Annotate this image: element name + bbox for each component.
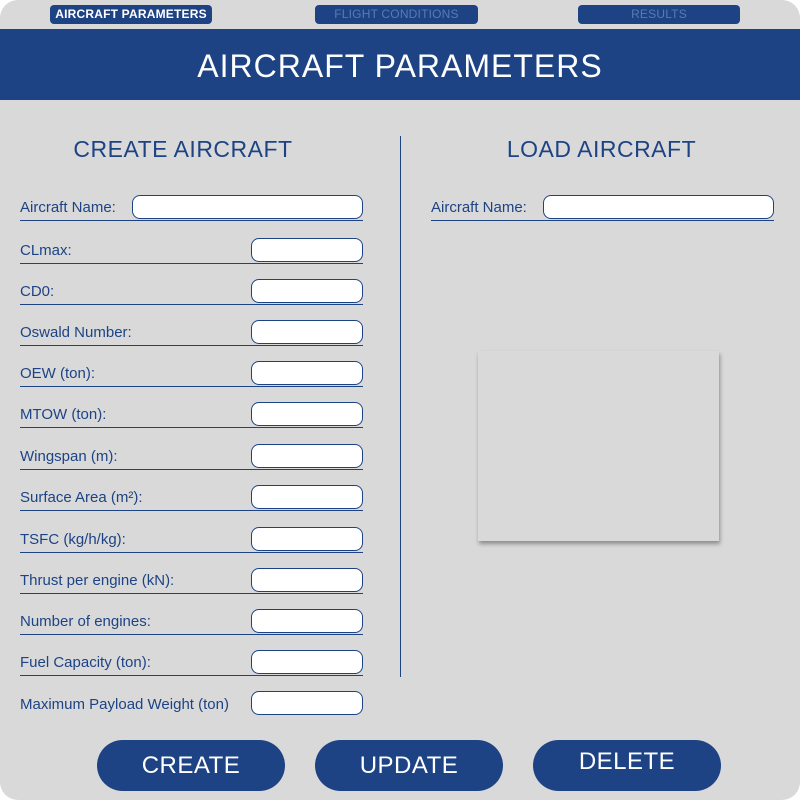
- form-row-number-of-engines: Number of engines:: [20, 609, 363, 635]
- clmax-label: CLmax:: [20, 242, 72, 259]
- mtow-input[interactable]: [251, 402, 363, 426]
- tab-aircraft-parameters[interactable]: AIRCRAFT PARAMETERS: [50, 5, 212, 24]
- aircraft-preview-panel: [478, 351, 719, 541]
- form-row-surface-area: Surface Area (m²):: [20, 485, 363, 511]
- form-row-mtow: MTOW (ton):: [20, 402, 363, 428]
- cd0-label: CD0:: [20, 283, 55, 300]
- wingspan-input[interactable]: [251, 444, 363, 468]
- fuel-capacity-label: Fuel Capacity (ton):: [20, 654, 151, 671]
- form-row-max-payload-weight: Maximum Payload Weight (ton): [20, 691, 363, 717]
- thrust-per-engine-label: Thrust per engine (kN):: [20, 572, 175, 589]
- section-divider: [400, 136, 401, 677]
- max-payload-weight-label: Maximum Payload Weight (ton): [20, 696, 229, 713]
- aircraft-name-input[interactable]: [132, 195, 363, 219]
- mtow-label: MTOW (ton):: [20, 406, 107, 423]
- aircraft-name-label: Aircraft Name:: [20, 199, 116, 216]
- oew-input[interactable]: [251, 361, 363, 385]
- cd0-input[interactable]: [251, 279, 363, 303]
- clmax-input[interactable]: [251, 238, 363, 262]
- load-aircraft-title: LOAD AIRCRAFT: [506, 136, 697, 162]
- number-of-engines-input[interactable]: [251, 609, 363, 633]
- tab-flight-conditions[interactable]: FLIGHT CONDITIONS: [315, 5, 478, 24]
- load-row-aircraft-name: Aircraft Name:: [431, 195, 774, 221]
- fuel-capacity-input[interactable]: [251, 650, 363, 674]
- delete-button[interactable]: DELETE: [533, 740, 721, 791]
- form-row-cd0: CD0:: [20, 279, 363, 305]
- form-row-oswald-number: Oswald Number:: [20, 320, 363, 346]
- load-aircraft-name-input[interactable]: [543, 195, 774, 219]
- surface-area-input[interactable]: [251, 485, 363, 509]
- tsfc-input[interactable]: [251, 527, 363, 551]
- form-row-clmax: CLmax:: [20, 238, 363, 264]
- form-row-tsfc: TSFC (kg/h/kg):: [20, 527, 363, 553]
- oew-label: OEW (ton):: [20, 365, 96, 382]
- create-button[interactable]: CREATE: [97, 740, 285, 791]
- load-aircraft-name-label: Aircraft Name:: [431, 199, 527, 216]
- oswald-number-label: Oswald Number:: [20, 324, 132, 341]
- surface-area-label: Surface Area (m²):: [20, 489, 143, 506]
- number-of-engines-label: Number of engines:: [20, 613, 151, 630]
- page-title: AIRCRAFT PARAMETERS: [0, 29, 800, 100]
- tsfc-label: TSFC (kg/h/kg):: [20, 531, 126, 548]
- form-row-aircraft-name: Aircraft Name:: [20, 195, 363, 221]
- max-payload-weight-input[interactable]: [251, 691, 363, 715]
- create-aircraft-title: CREATE AIRCRAFT: [73, 136, 293, 162]
- update-button[interactable]: UPDATE: [315, 740, 503, 791]
- app-window: AIRCRAFT PARAMETERS FLIGHT CONDITIONS RE…: [0, 0, 800, 800]
- wingspan-label: Wingspan (m):: [20, 448, 118, 465]
- tab-results[interactable]: RESULTS: [578, 5, 740, 24]
- form-row-thrust-per-engine: Thrust per engine (kN):: [20, 568, 363, 594]
- oswald-number-input[interactable]: [251, 320, 363, 344]
- thrust-per-engine-input[interactable]: [251, 568, 363, 592]
- form-row-wingspan: Wingspan (m):: [20, 444, 363, 470]
- form-row-fuel-capacity: Fuel Capacity (ton):: [20, 650, 363, 676]
- form-row-oew: OEW (ton):: [20, 361, 363, 387]
